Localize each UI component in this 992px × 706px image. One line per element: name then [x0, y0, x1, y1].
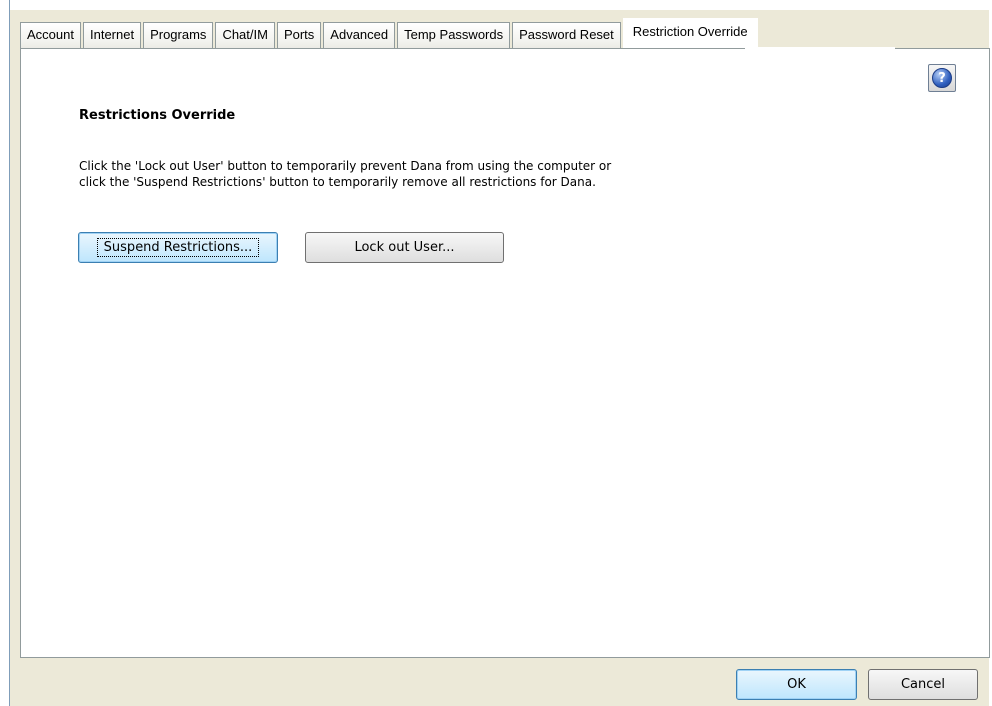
lock-out-user-button[interactable]: Lock out User... [305, 232, 504, 263]
help-button[interactable]: ? [928, 64, 956, 92]
suspend-restrictions-button[interactable]: Suspend Restrictions... [78, 232, 278, 263]
description-line: click the 'Suspend Restrictions' button … [79, 175, 596, 189]
cancel-button[interactable]: Cancel [868, 669, 978, 700]
tab-internet[interactable]: Internet [82, 22, 142, 48]
tab-advanced[interactable]: Advanced [323, 22, 396, 48]
window-top-edge [0, 0, 992, 10]
active-tab-joiner [745, 47, 895, 50]
description-text: Click the 'Lock out User' button to temp… [79, 158, 779, 190]
tab-panel [20, 48, 990, 658]
cancel-label: Cancel [900, 677, 946, 692]
tab-ports[interactable]: Ports [276, 22, 322, 48]
section-title: Restrictions Override [79, 108, 236, 123]
tab-temp-passwords[interactable]: Temp Passwords [397, 22, 511, 48]
tab-chat-im[interactable]: Chat/IM [215, 22, 275, 48]
tab-restriction-override[interactable]: Restriction Override [622, 18, 758, 48]
tab-strip: Account Internet Programs Chat/IM Ports … [20, 18, 760, 48]
tab-password-reset[interactable]: Password Reset [512, 22, 621, 48]
tab-account[interactable]: Account [20, 22, 81, 48]
lock-out-user-label: Lock out User... [354, 240, 455, 255]
help-icon: ? [932, 68, 952, 88]
dialog-window: Account Internet Programs Chat/IM Ports … [0, 0, 992, 706]
ok-button[interactable]: OK [736, 669, 857, 700]
ok-label: OK [787, 677, 806, 692]
window-left-edge [0, 0, 10, 706]
suspend-restrictions-label: Suspend Restrictions... [96, 238, 260, 257]
tab-programs[interactable]: Programs [143, 22, 214, 48]
description-line: Click the 'Lock out User' button to temp… [79, 159, 612, 173]
